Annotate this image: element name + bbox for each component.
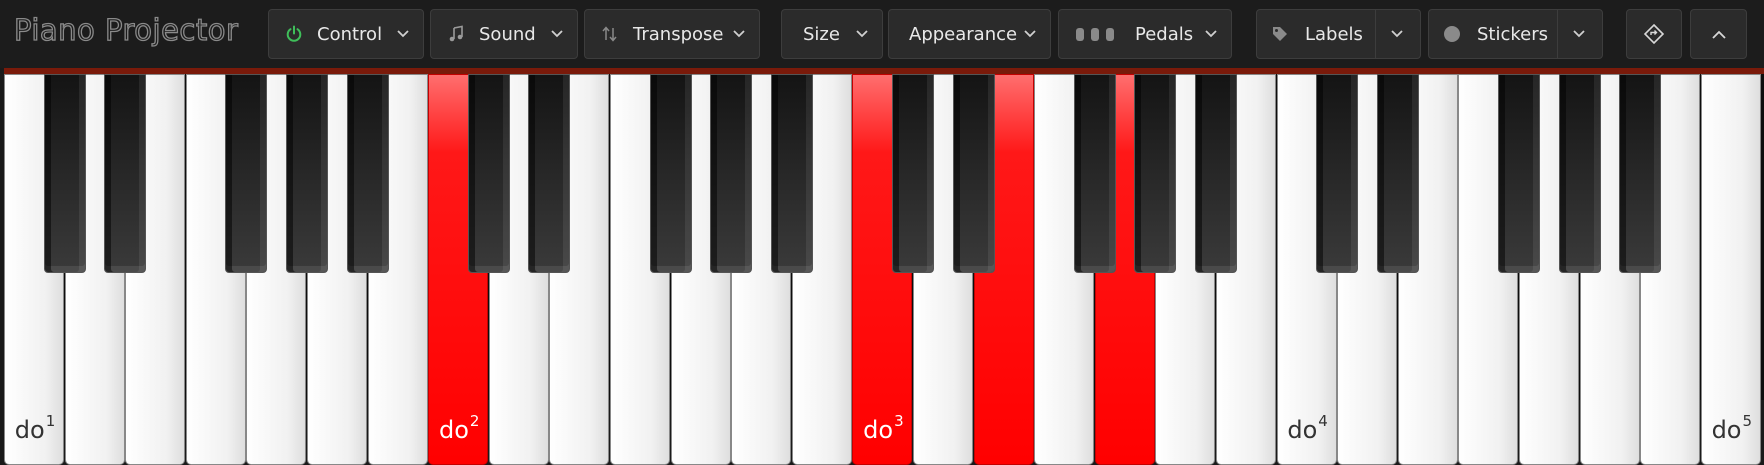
pedals-icon — [1075, 10, 1115, 58]
black-key[interactable] — [710, 74, 753, 273]
pedals-dropdown-button[interactable]: Pedals — [1058, 9, 1232, 59]
chevron-down-icon — [733, 10, 745, 58]
black-key[interactable] — [892, 74, 934, 273]
app-title: Piano Projector — [13, 12, 239, 47]
black-key[interactable] — [1134, 74, 1177, 273]
split-divider — [1557, 10, 1558, 58]
key-label: do5 — [1702, 412, 1762, 444]
chevron-up-icon — [1711, 30, 1726, 39]
tag-icon — [1271, 10, 1289, 58]
stickers-split-button[interactable]: Stickers — [1428, 9, 1603, 59]
dot-icon — [1443, 10, 1461, 58]
black-key[interactable] — [1376, 74, 1419, 273]
appearance-label: Appearance — [909, 23, 1018, 45]
black-key[interactable] — [770, 74, 813, 273]
stickers-dropdown-chevron-icon[interactable] — [1573, 10, 1585, 58]
control-label: Control — [317, 23, 383, 45]
diamond-arrows-icon — [1643, 23, 1665, 45]
labels-split-button[interactable]: Labels — [1256, 9, 1421, 59]
key-label: do3 — [853, 412, 913, 444]
chevron-down-icon — [397, 10, 409, 58]
black-key[interactable] — [104, 74, 147, 273]
sound-label: Sound — [479, 23, 536, 45]
sound-dropdown-button[interactable]: Sound — [430, 9, 578, 59]
chevron-down-icon — [1205, 10, 1217, 58]
black-key[interactable] — [649, 74, 692, 273]
split-divider — [1375, 10, 1376, 58]
key-label-octave: 2 — [469, 412, 480, 430]
piano-keyboard: do1 do2 do3 do4 do5 — [4, 68, 1764, 465]
black-key[interactable] — [467, 74, 510, 273]
black-key[interactable] — [528, 74, 571, 273]
key-label-name: do — [1711, 416, 1742, 444]
black-key[interactable] — [952, 74, 995, 273]
music-note-icon — [447, 10, 465, 58]
size-label: Size — [803, 23, 840, 45]
chevron-down-icon — [1024, 10, 1036, 58]
white-key[interactable]: do5 — [1700, 74, 1762, 465]
pedals-label: Pedals — [1135, 23, 1194, 45]
appearance-dropdown-button[interactable]: Appearance — [888, 9, 1051, 59]
key-label-name: do — [863, 416, 894, 444]
chevron-down-icon — [551, 10, 563, 58]
black-key[interactable] — [225, 74, 268, 273]
black-key[interactable] — [1073, 74, 1116, 273]
chevron-down-icon — [856, 10, 868, 58]
black-key[interactable] — [43, 74, 86, 273]
black-key[interactable] — [1316, 74, 1359, 273]
key-label: do1 — [5, 412, 65, 444]
key-label: do2 — [429, 412, 489, 444]
transpose-dropdown-button[interactable]: Transpose — [584, 9, 760, 59]
labels-label: Labels — [1305, 23, 1363, 45]
key-label: do4 — [1278, 412, 1338, 444]
black-key[interactable] — [286, 74, 328, 273]
key-label-octave: 3 — [894, 412, 904, 430]
power-icon — [285, 10, 303, 58]
black-key[interactable] — [1498, 74, 1540, 273]
key-label-octave: 4 — [1318, 412, 1328, 430]
up-down-arrows-icon — [601, 10, 619, 58]
control-dropdown-button[interactable]: Control — [268, 9, 424, 59]
toolbar: Piano Projector Control Sound Transpose … — [0, 0, 1764, 68]
fullscreen-button[interactable] — [1626, 9, 1682, 59]
stickers-label: Stickers — [1477, 23, 1549, 45]
size-dropdown-button[interactable]: Size — [781, 9, 883, 59]
labels-dropdown-chevron-icon[interactable] — [1391, 10, 1403, 58]
black-key[interactable] — [346, 74, 389, 273]
collapse-toolbar-button[interactable] — [1690, 9, 1747, 59]
key-label-name: do — [14, 416, 45, 444]
key-label-octave: 5 — [1742, 412, 1753, 430]
transpose-label: Transpose — [633, 23, 724, 45]
black-key[interactable] — [1619, 74, 1662, 273]
key-label-name: do — [438, 416, 469, 444]
black-key[interactable] — [1195, 74, 1237, 273]
key-label-name: do — [1287, 416, 1318, 444]
black-key[interactable] — [1558, 74, 1601, 273]
key-label-octave: 1 — [45, 412, 56, 430]
